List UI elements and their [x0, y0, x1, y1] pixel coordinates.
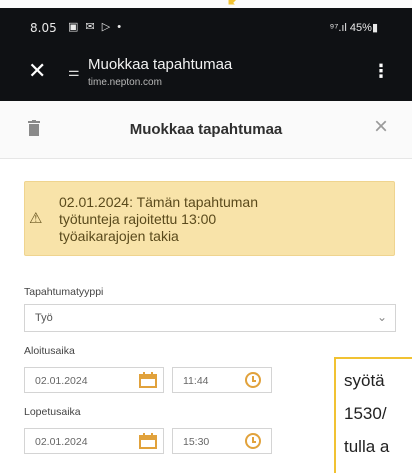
start-time-value: 11:44 — [183, 375, 209, 387]
warning-line-2: työtunteja rajoitettu 13:00 — [59, 211, 217, 227]
browser-toolbar: ✕ ⚌ Muokkaa tapahtumaa time.nepton.com ⋮ — [0, 44, 412, 101]
end-date-input[interactable]: 02.01.2024 — [24, 428, 164, 454]
top-strip: ⬋ — [0, 0, 412, 8]
warning-text: 02.01.2024: Tämän tapahtuman työtunteja … — [59, 194, 379, 245]
site-settings-icon[interactable]: ⚌ — [68, 64, 80, 80]
end-time-label: Lopetusaika — [24, 406, 81, 418]
event-type-select[interactable]: Työ ⌄ — [24, 304, 396, 332]
arrow-pointer-icon: ⬋ — [226, 0, 244, 8]
start-time-label: Aloitusaika — [24, 345, 75, 357]
start-date-value: 02.01.2024 — [35, 375, 88, 387]
chevron-down-icon: ⌄ — [376, 310, 387, 324]
warning-line-3: työaikarajojen takia — [59, 228, 179, 244]
notification-icons: ▣ ✉ ▷ • — [68, 21, 124, 33]
status-time: 8.05 — [30, 21, 57, 35]
end-time-input[interactable]: 15:30 — [172, 428, 272, 454]
browser-url: time.nepton.com — [88, 77, 162, 88]
note-line-3: tulla a — [344, 437, 390, 456]
end-date-value: 02.01.2024 — [35, 436, 88, 448]
more-vert-icon[interactable]: ⋮ — [372, 62, 390, 80]
browser-page-title: Muokkaa tapahtumaa — [88, 56, 233, 73]
start-date-input[interactable]: 02.01.2024 — [24, 367, 164, 393]
dialog-close-icon[interactable]: × — [374, 115, 388, 139]
status-bar: 8.05 ▣ ✉ ▷ • ⁹⁷.ıl 45%▮ — [0, 8, 412, 44]
dialog-title: Muokkaa tapahtumaa — [129, 121, 283, 138]
close-icon[interactable]: ✕ — [28, 60, 46, 82]
signal-battery: ⁹⁷.ıl 45%▮ — [329, 22, 378, 34]
note-line-2: 1530/ — [344, 404, 387, 423]
warning-alert: ⚠ 02.01.2024: Tämän tapahtuman työtuntej… — [24, 181, 395, 256]
event-type-label: Tapahtumatyyppi — [24, 286, 104, 298]
clock-icon[interactable] — [245, 372, 261, 388]
calendar-icon[interactable] — [139, 372, 157, 388]
warning-line-1: 02.01.2024: Tämän tapahtuman — [59, 194, 259, 210]
note-line-1: syötä — [344, 371, 385, 390]
calendar-icon[interactable] — [139, 433, 157, 449]
annotation-note: syötä 1530/ tulla a — [334, 357, 412, 473]
warning-icon: ⚠ — [29, 210, 43, 227]
event-type-value: Työ — [35, 312, 53, 324]
dialog-header: Muokkaa tapahtumaa × — [0, 101, 412, 159]
clock-icon[interactable] — [245, 433, 261, 449]
start-time-input[interactable]: 11:44 — [172, 367, 272, 393]
end-time-value: 15:30 — [183, 436, 210, 448]
